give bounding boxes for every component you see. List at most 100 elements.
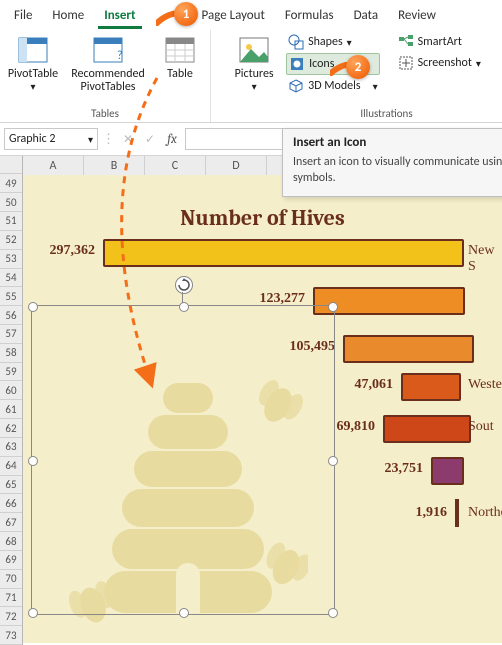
rotate-handle[interactable] xyxy=(175,276,193,294)
chart-bar-value: 47,061 xyxy=(355,377,394,393)
svg-text:?: ? xyxy=(117,49,123,63)
shapes-button[interactable]: Shapes ▾ xyxy=(286,32,380,52)
chart-bar-value: 297,362 xyxy=(50,243,96,259)
enter-icon[interactable]: ✓ xyxy=(141,130,159,148)
row-header[interactable]: 58 xyxy=(0,344,22,363)
row-header[interactable]: 60 xyxy=(0,381,22,400)
worksheet: 4950515253545556575859606162636465666768… xyxy=(0,156,502,645)
recommended-pivottables-button[interactable]: ? Recommended PivotTables xyxy=(62,32,154,94)
chart-bar[interactable] xyxy=(431,457,464,485)
tab-review[interactable]: Review xyxy=(388,6,446,27)
ribbon: PivotTable ▾ ? Recommended PivotTables T… xyxy=(0,28,502,123)
row-header[interactable]: 70 xyxy=(0,570,22,589)
tab-insert[interactable]: Insert xyxy=(94,6,145,27)
chart-bar[interactable] xyxy=(103,239,464,267)
chart-bar-value: 69,810 xyxy=(337,419,376,435)
tab-home[interactable]: Home xyxy=(42,6,94,27)
group-tables-label: Tables xyxy=(91,107,119,122)
pictures-icon xyxy=(238,34,270,66)
chart-bar-category: Wester xyxy=(468,377,502,393)
group-tables: PivotTable ▾ ? Recommended PivotTables T… xyxy=(0,30,211,122)
screenshot-button[interactable]: Screenshot ▾ xyxy=(396,53,483,73)
caret-icon: ▾ xyxy=(373,80,378,93)
row-header[interactable]: 67 xyxy=(0,513,22,532)
table-icon xyxy=(164,34,196,66)
row-header[interactable]: 62 xyxy=(0,419,22,438)
annotation-callout-1: 1 xyxy=(174,2,198,26)
row-header[interactable]: 54 xyxy=(0,269,22,288)
3d-models-button[interactable]: 3D Models ▾ xyxy=(286,76,380,96)
row-header[interactable]: 66 xyxy=(0,494,22,513)
chart-bar-category: Norther xyxy=(468,505,502,521)
row-header[interactable]: 64 xyxy=(0,457,22,476)
tab-page-layout[interactable]: Page Layout xyxy=(192,6,275,27)
row-header[interactable]: 69 xyxy=(0,551,22,570)
row-header[interactable]: 56 xyxy=(0,306,22,325)
row-header[interactable]: 72 xyxy=(0,607,22,626)
column-header[interactable]: C xyxy=(145,156,206,175)
row-header[interactable]: 59 xyxy=(0,363,22,382)
annotation-callout-2: 2 xyxy=(346,55,370,79)
name-box[interactable]: Graphic 2 ▾ xyxy=(4,128,98,150)
smartart-icon xyxy=(398,34,414,50)
row-header[interactable]: 71 xyxy=(0,589,22,608)
row-header[interactable]: 51 xyxy=(0,212,22,231)
recommended-pivottables-label: Recommended PivotTables xyxy=(62,68,154,94)
row-headers[interactable]: 4950515253545556575859606162636465666768… xyxy=(0,156,23,645)
smartart-label: SmartArt xyxy=(418,35,462,49)
chart-bar-category: Sout xyxy=(468,419,494,435)
row-header[interactable]: 63 xyxy=(0,438,22,457)
selection-box[interactable] xyxy=(31,305,335,615)
screenshot-label: Screenshot xyxy=(418,56,472,70)
row-header[interactable]: 57 xyxy=(0,325,22,344)
icons-icon xyxy=(289,56,305,72)
row-header[interactable]: 53 xyxy=(0,250,22,269)
pivottable-icon xyxy=(17,34,49,66)
name-box-value: Graphic 2 xyxy=(9,132,56,146)
column-header[interactable]: A xyxy=(23,156,84,175)
shapes-label: Shapes xyxy=(308,35,343,49)
recommended-pivottables-icon: ? xyxy=(92,34,124,66)
tab-file[interactable]: File xyxy=(4,6,42,27)
tooltip-body: Insert an icon to visually communicate u… xyxy=(293,154,502,186)
caret-icon: ▾ xyxy=(88,133,93,146)
pivottable-button[interactable]: PivotTable ▾ xyxy=(6,32,60,92)
caret-icon: ▾ xyxy=(476,57,481,70)
row-header[interactable]: 52 xyxy=(0,231,22,250)
row-header[interactable]: 65 xyxy=(0,476,22,495)
chart-bar-value: 1,916 xyxy=(416,505,448,521)
row-header[interactable]: 49 xyxy=(0,174,22,193)
table-button[interactable]: Table xyxy=(156,32,204,81)
3d-models-icon xyxy=(288,78,304,94)
smartart-button[interactable]: SmartArt xyxy=(396,32,483,52)
screenshot-icon xyxy=(398,55,414,71)
tab-formulas[interactable]: Formulas xyxy=(275,6,344,27)
shapes-icon xyxy=(288,34,304,50)
tab-data[interactable]: Data xyxy=(344,6,389,27)
cancel-icon[interactable]: ✕ xyxy=(119,130,137,148)
pictures-button[interactable]: Pictures ▾ xyxy=(230,32,278,92)
chart-bar[interactable] xyxy=(401,373,461,401)
chart-bar-value: 23,751 xyxy=(385,461,424,477)
tooltip-title: Insert an Icon xyxy=(293,135,502,150)
column-header[interactable]: B xyxy=(84,156,145,175)
table-label: Table xyxy=(167,68,193,81)
caret-icon: ▾ xyxy=(347,36,352,49)
chart-bar-category: New S xyxy=(468,243,502,275)
caret-icon: ▾ xyxy=(30,81,35,92)
fx-icon[interactable]: fx xyxy=(163,130,181,148)
row-header[interactable]: 68 xyxy=(0,532,22,551)
ribbon-tabs: File Home Insert Page Layout Formulas Da… xyxy=(0,0,502,28)
group-illustrations-label: Illustrations xyxy=(360,107,412,122)
chart-title: Number of Hives xyxy=(23,205,502,231)
row-header[interactable]: 61 xyxy=(0,400,22,419)
column-header[interactable]: D xyxy=(206,156,267,175)
row-header[interactable]: 73 xyxy=(0,626,22,645)
caret-icon: ▾ xyxy=(252,81,257,92)
chart-bar[interactable] xyxy=(383,415,471,443)
row-header[interactable]: 50 xyxy=(0,193,22,212)
chart-area[interactable]: Number of Hives 297,362New S123,277105,4… xyxy=(23,175,502,643)
row-header[interactable]: 55 xyxy=(0,287,22,306)
grid[interactable]: ABCD Number of Hives 297,362New S123,277… xyxy=(23,156,502,645)
chart-bar[interactable] xyxy=(343,335,474,363)
